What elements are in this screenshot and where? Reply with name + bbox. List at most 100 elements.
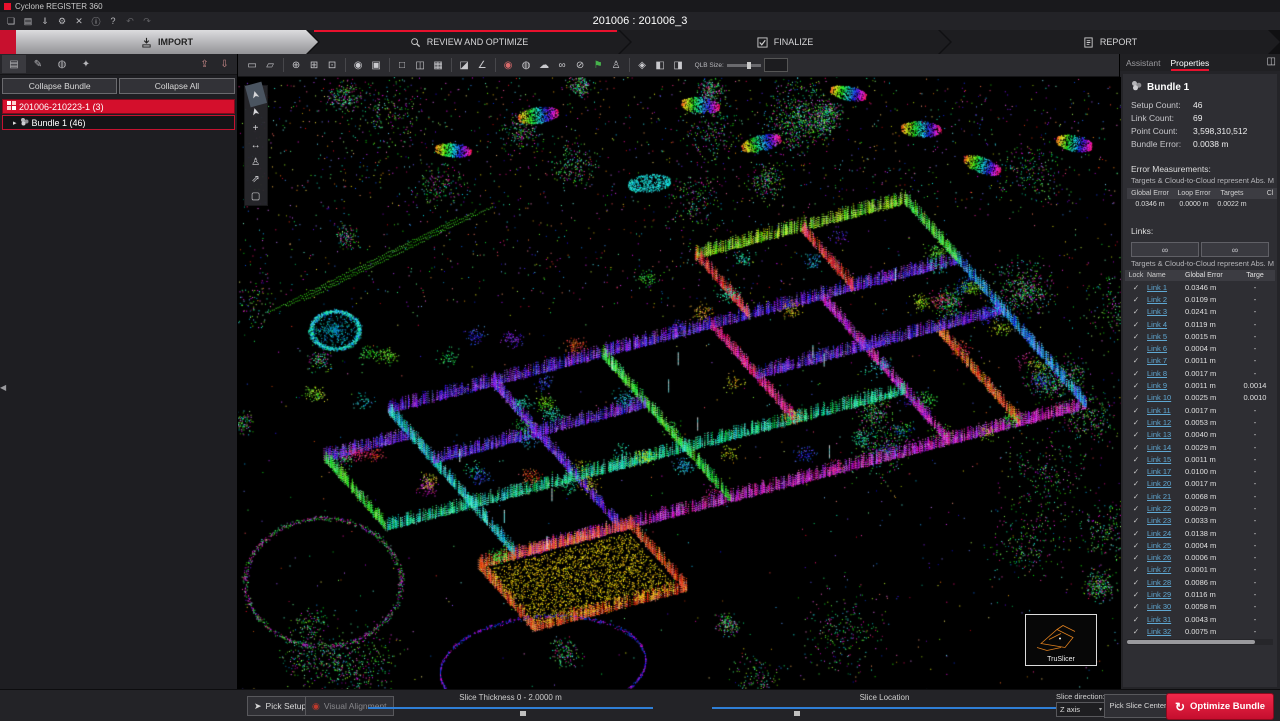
link-name[interactable]: Link 30	[1147, 602, 1185, 611]
link-row[interactable]: ✓Link 250.0004 m-	[1125, 539, 1275, 551]
qlb-size-slider[interactable]	[727, 64, 761, 67]
link-row[interactable]: ✓Link 90.0011 m0.0014	[1125, 379, 1275, 391]
link-row[interactable]: ✓Link 300.0058 m-	[1125, 601, 1275, 613]
slice-direction-select[interactable]: Z axis ▾	[1056, 702, 1106, 717]
link-name[interactable]: Link 32	[1147, 627, 1185, 636]
tab-annotations[interactable]: ✎	[26, 55, 50, 73]
pane-split-icon[interactable]: ◫	[412, 57, 429, 73]
link-name[interactable]: Link 15	[1147, 455, 1185, 464]
snapshot-icon[interactable]: ▣	[368, 57, 385, 73]
link-name[interactable]: Link 9	[1147, 381, 1185, 390]
link-name[interactable]: Link 31	[1147, 615, 1185, 624]
link-name[interactable]: Link 3	[1147, 307, 1185, 316]
tab-properties[interactable]: Properties	[1171, 54, 1210, 71]
link-row[interactable]: ✓Link 80.0017 m-	[1125, 367, 1275, 379]
camera-icon[interactable]: ◉	[350, 57, 367, 73]
link-name[interactable]: Link 8	[1147, 369, 1185, 378]
link-name[interactable]: Link 20	[1147, 479, 1185, 488]
link-name[interactable]: Link 22	[1147, 504, 1185, 513]
add-person-icon[interactable]: ♙	[608, 57, 625, 73]
info-icon[interactable]: ⓘ	[88, 14, 104, 28]
tab-project-explorer[interactable]: ▤	[2, 55, 26, 73]
workflow-step-finalize[interactable]: FINALIZE	[620, 30, 950, 54]
link-row[interactable]: ✓Link 290.0116 m-	[1125, 588, 1275, 600]
slice-location-slider[interactable]	[712, 707, 1057, 709]
slice-thickness-thumb[interactable]	[520, 711, 526, 716]
import-file-icon[interactable]: ⇪	[195, 55, 215, 73]
collapse-all-button[interactable]: Collapse All	[119, 78, 234, 94]
link-row[interactable]: ✓Link 120.0053 m-	[1125, 416, 1275, 428]
link-row[interactable]: ✓Link 170.0100 m-	[1125, 465, 1275, 477]
link-row[interactable]: ✓Link 260.0006 m-	[1125, 552, 1275, 564]
fly-tool-icon[interactable]: ⇗	[245, 171, 267, 188]
tab-assistant[interactable]: Assistant	[1126, 54, 1161, 71]
link-row[interactable]: ✓Link 310.0043 m-	[1125, 613, 1275, 625]
slice-thickness-slider[interactable]	[368, 707, 653, 709]
link-name[interactable]: Link 11	[1147, 406, 1185, 415]
pane-layout-icon[interactable]: ◧	[652, 57, 669, 73]
truslicer-panel[interactable]: TruSlicer	[1025, 614, 1097, 666]
fence-polygon-icon[interactable]: ▱	[262, 57, 279, 73]
orbit-tool-icon[interactable]: ▢	[245, 188, 267, 205]
link-row[interactable]: ✓Link 210.0068 m-	[1125, 490, 1275, 502]
link-row[interactable]: ✓Link 130.0040 m-	[1125, 429, 1275, 441]
measure-icon[interactable]: ∠	[474, 57, 491, 73]
pointcloud-canvas[interactable]	[238, 77, 1121, 691]
link-icon[interactable]: ∞	[554, 57, 571, 73]
link-name[interactable]: Link 1	[1147, 283, 1185, 292]
link-name[interactable]: Link 21	[1147, 492, 1185, 501]
link-row[interactable]: ✓Link 270.0001 m-	[1125, 564, 1275, 576]
link-name[interactable]: Link 26	[1147, 553, 1185, 562]
link-name[interactable]: Link 28	[1147, 578, 1185, 587]
bubble-view-icon[interactable]: ◉	[500, 57, 517, 73]
link-row[interactable]: ✓Link 230.0033 m-	[1125, 515, 1275, 527]
help-icon[interactable]: ?	[105, 14, 121, 28]
link-row[interactable]: ✓Link 320.0075 m-	[1125, 625, 1275, 637]
range-tool-icon[interactable]: ↔	[245, 137, 267, 154]
panel-layout-icon[interactable]: ◫	[1267, 56, 1276, 67]
workflow-step-report[interactable]: REPORT	[940, 30, 1280, 54]
delete-icon[interactable]: ✕	[71, 14, 87, 28]
optimize-bundle-button[interactable]: ↻ Optimize Bundle	[1166, 693, 1274, 720]
link-name[interactable]: Link 23	[1147, 516, 1185, 525]
pane-grid-icon[interactable]: ▦	[430, 57, 447, 73]
link-row[interactable]: ✓Link 220.0029 m-	[1125, 502, 1275, 514]
link-row[interactable]: ✓Link 40.0119 m-	[1125, 318, 1275, 330]
link-row[interactable]: ✓Link 30.0241 m-	[1125, 306, 1275, 318]
link-filter-button[interactable]: ∞	[1131, 242, 1199, 257]
slice-location-thumb[interactable]	[794, 711, 800, 716]
link-name[interactable]: Link 7	[1147, 356, 1185, 365]
open-project-icon[interactable]: ❏	[3, 14, 19, 28]
point-cloud-view[interactable]: ➤➤+↔♙⇗▢ TruSlicer	[238, 77, 1119, 690]
link-row[interactable]: ✓Link 100.0025 m0.0010	[1125, 392, 1275, 404]
link-name[interactable]: Link 12	[1147, 418, 1185, 427]
scrollbar-thumb[interactable]	[1127, 640, 1255, 644]
link-name[interactable]: Link 4	[1147, 320, 1185, 329]
link-name[interactable]: Link 2	[1147, 295, 1185, 304]
link-name[interactable]: Link 6	[1147, 344, 1185, 353]
link-row[interactable]: ✓Link 150.0011 m-	[1125, 453, 1275, 465]
redo-icon[interactable]: ↷	[139, 14, 155, 28]
link-row[interactable]: ✓Link 10.0346 m-	[1125, 281, 1275, 293]
save-icon[interactable]: ▤	[20, 14, 36, 28]
link-name[interactable]: Link 13	[1147, 430, 1185, 439]
link-name[interactable]: Link 5	[1147, 332, 1185, 341]
eraser-icon[interactable]: ◪	[456, 57, 473, 73]
pick-slice-center-button[interactable]: Pick Slice Center	[1104, 694, 1172, 718]
hide-cloud-icon[interactable]: ⊘	[572, 57, 589, 73]
link-name[interactable]: Link 17	[1147, 467, 1185, 476]
cloud-icon[interactable]: ☁	[536, 57, 553, 73]
qlb-slider-thumb[interactable]	[747, 62, 751, 69]
pane-layout-alt-icon[interactable]: ◨	[670, 57, 687, 73]
settings-gear-icon[interactable]: ⚙	[54, 14, 70, 28]
pick-point-icon[interactable]: ▭	[244, 57, 261, 73]
import-data-icon[interactable]: ⇓	[37, 14, 53, 28]
link-name[interactable]: Link 27	[1147, 565, 1185, 574]
link-add-button[interactable]: ∞	[1201, 242, 1269, 257]
zoom-window-icon[interactable]: ⊞	[306, 57, 323, 73]
link-row[interactable]: ✓Link 70.0011 m-	[1125, 355, 1275, 367]
link-name[interactable]: Link 10	[1147, 393, 1185, 402]
link-row[interactable]: ✓Link 240.0138 m-	[1125, 527, 1275, 539]
qlb-value-box[interactable]	[764, 58, 788, 72]
workflow-step-review-and-optimize[interactable]: REVIEW AND OPTIMIZE	[308, 30, 630, 54]
